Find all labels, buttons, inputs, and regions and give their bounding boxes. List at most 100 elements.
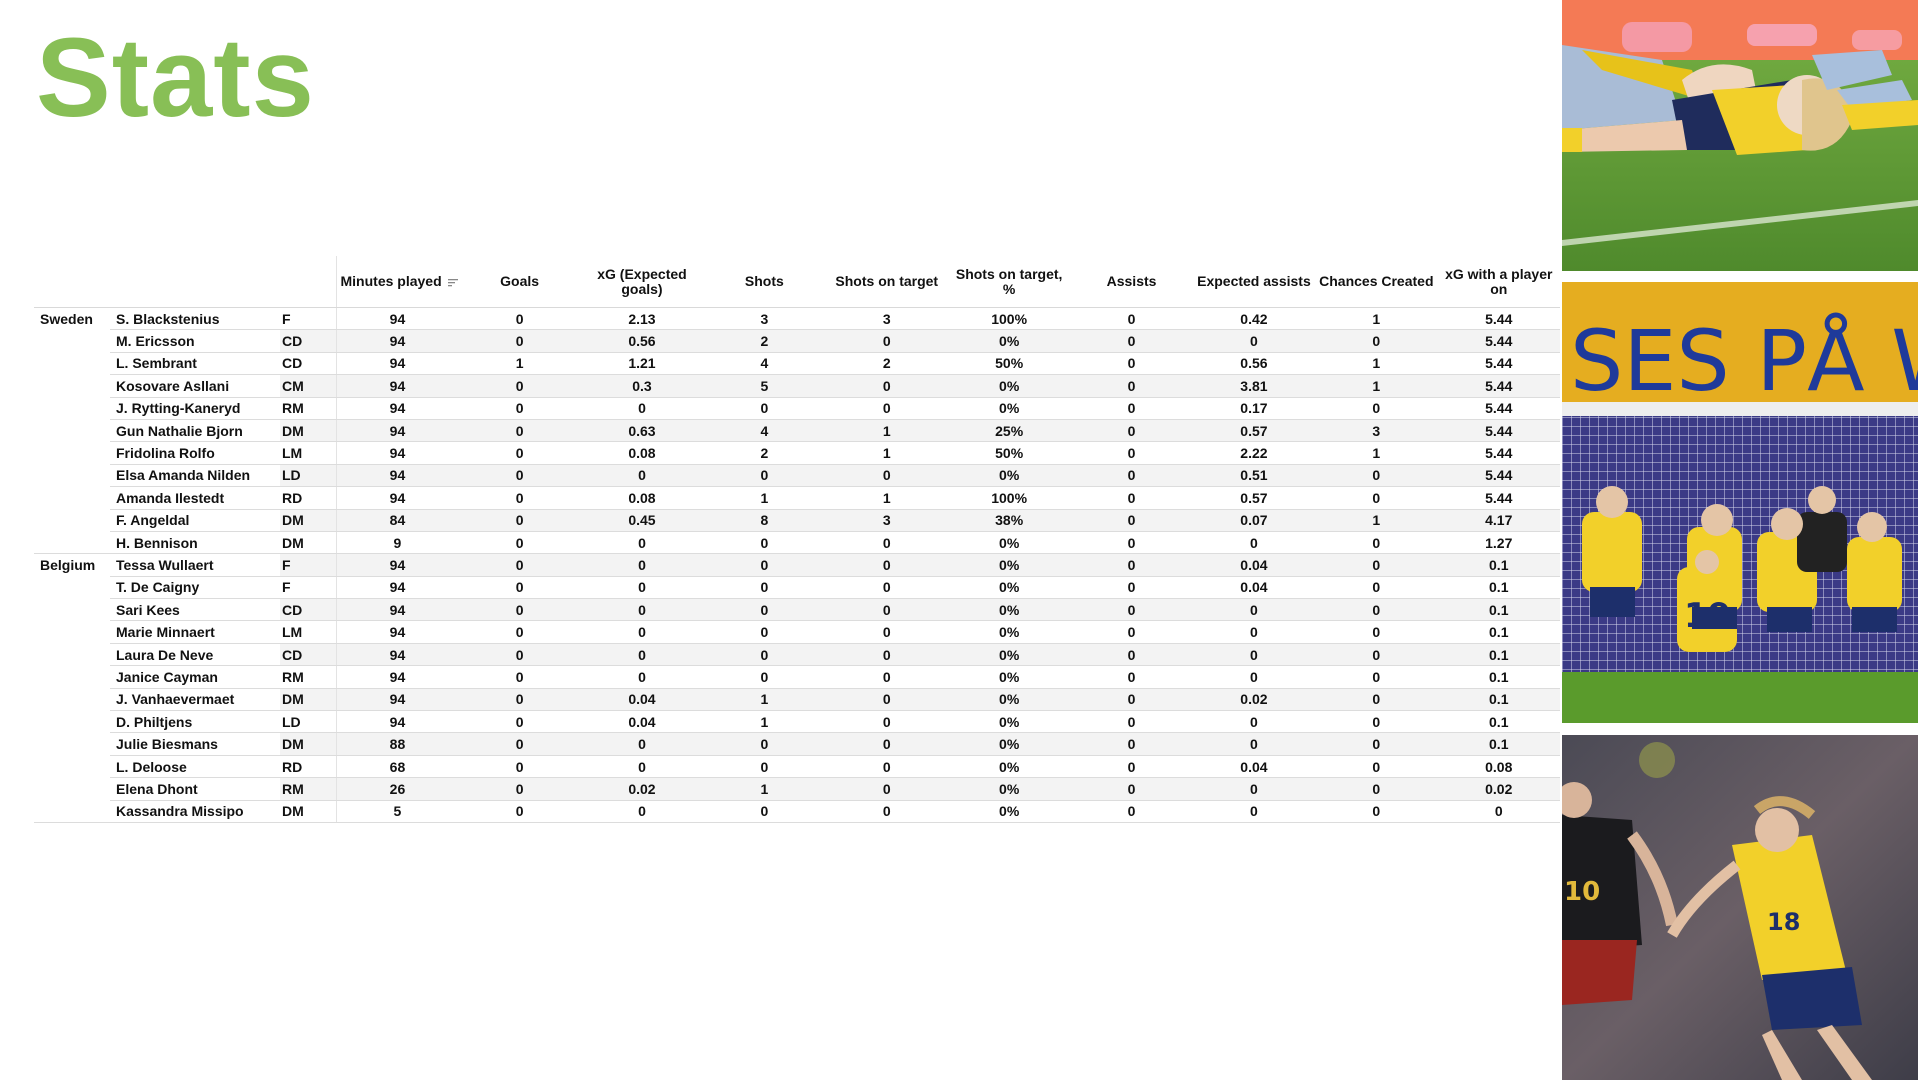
cell-xa: 0 [1192, 598, 1316, 622]
cell-xg: 0 [580, 464, 704, 488]
header-team [34, 256, 110, 308]
cell-shots: 4 [703, 352, 826, 376]
header-xa[interactable]: Expected assists [1192, 256, 1316, 308]
cell-xg-on: 0 [1437, 800, 1560, 823]
photo-team-celebration-image: SES PÅ W 19 [1562, 282, 1918, 723]
team-label [34, 464, 110, 486]
header-label: Shots on target, % [955, 265, 1063, 297]
cell-assists: 0 [1070, 688, 1193, 712]
cell-goals: 0 [458, 329, 581, 353]
cell-xg: 0 [580, 531, 704, 555]
cell-assists: 0 [1070, 397, 1193, 420]
cell-xa: 2.22 [1192, 441, 1316, 465]
table-row: D. Philtjens LD 94 0 0.04 1 0 0% 0 0 0 0.1 [34, 710, 1560, 734]
cell-sot: 0 [825, 732, 948, 756]
header-sot-pct[interactable]: Shots on target, % [947, 256, 1071, 308]
cell-xg: 0.02 [580, 777, 704, 801]
photo-team-celebration: SES PÅ W 19 [1562, 282, 1918, 723]
cell-xg: 2.13 [580, 307, 704, 331]
cell-shots: 1 [703, 777, 826, 801]
player-position: RD [280, 486, 336, 510]
cell-xa: 0 [1192, 531, 1316, 555]
header-sot[interactable]: Shots on target [825, 256, 948, 308]
player-position: RM [280, 777, 336, 801]
cell-assists: 0 [1070, 329, 1193, 353]
player-name: Kassandra Missipo [110, 800, 280, 823]
cell-assists: 0 [1070, 352, 1193, 376]
cell-minutes: 94 [335, 710, 459, 734]
cell-goals: 0 [458, 397, 581, 420]
cell-shots: 2 [703, 329, 826, 353]
team-label [34, 755, 110, 777]
cell-sot-pct: 0% [947, 800, 1071, 823]
photo-player-dribbling: 10 18 [1562, 735, 1918, 1080]
table-row: J. Rytting-Kaneryd RM 94 0 0 0 0 0% 0 0.17 0 5.44 [34, 397, 1560, 420]
sort-descending-icon[interactable] [447, 278, 458, 287]
header-minutes[interactable]: Minutes played [335, 256, 459, 308]
cell-xa: 0.04 [1192, 576, 1316, 600]
header-shots[interactable]: Shots [703, 256, 826, 308]
player-position: CD [280, 643, 336, 667]
table-row: H. Bennison DM 9 0 0 0 0 0% 0 0 0 1.27 [34, 531, 1560, 555]
table-row: Elena Dhont RM 26 0 0.02 1 0 0% 0 0 0 0.02 [34, 777, 1560, 801]
cell-xa: 0.56 [1192, 352, 1316, 376]
header-label: Assists [1106, 273, 1157, 289]
team-label [34, 442, 110, 464]
cell-sot: 0 [825, 576, 948, 600]
header-assists[interactable]: Assists [1070, 256, 1193, 308]
cell-xg-on: 0.1 [1437, 710, 1560, 734]
header-chances[interactable]: Chances Created [1315, 256, 1438, 308]
cell-xa: 0 [1192, 620, 1316, 644]
header-xg[interactable]: xG (Expected goals) [580, 256, 704, 308]
player-position: DM [280, 531, 336, 555]
photo-player-dribbling-image: 10 18 [1562, 735, 1918, 1080]
cell-assists: 0 [1070, 307, 1193, 331]
cell-chances: 0 [1315, 598, 1438, 622]
cell-xg-on: 5.44 [1437, 307, 1560, 331]
player-position: RM [280, 397, 336, 420]
cell-minutes: 94 [335, 464, 459, 488]
cell-shots: 0 [703, 598, 826, 622]
player-position: RD [280, 755, 336, 779]
cell-sot-pct: 0% [947, 732, 1071, 756]
header-label: Goals [500, 273, 540, 289]
cell-xa: 0 [1192, 710, 1316, 734]
table-row: J. Vanhaevermaet DM 94 0 0.04 1 0 0% 0 0.02 0 0.1 [34, 688, 1560, 712]
cell-sot-pct: 0% [947, 553, 1071, 577]
cell-minutes: 94 [335, 598, 459, 622]
cell-chances: 0 [1315, 643, 1438, 667]
cell-xg: 0 [580, 800, 704, 823]
cell-xg: 0 [580, 553, 704, 577]
page-title: Stats [36, 15, 315, 140]
player-position: CD [280, 352, 336, 376]
cell-xa: 0.42 [1192, 307, 1316, 331]
cell-minutes: 94 [335, 441, 459, 465]
cell-xa: 0 [1192, 329, 1316, 353]
cell-minutes: 84 [335, 509, 459, 532]
cell-xg: 0.63 [580, 419, 704, 443]
cell-goals: 0 [458, 665, 581, 689]
table-row: Elsa Amanda Nilden LD 94 0 0 0 0 0% 0 0.51 0 5.44 [34, 464, 1560, 488]
header-label: xG (Expected goals) [597, 265, 687, 297]
player-name: Julie Biesmans [110, 732, 280, 756]
header-goals[interactable]: Goals [458, 256, 581, 308]
header-label: Shots [744, 273, 784, 289]
player-name: M. Ericsson [110, 329, 280, 353]
cell-sot: 1 [825, 419, 948, 443]
cell-xa: 0 [1192, 800, 1316, 823]
cell-shots: 0 [703, 464, 826, 488]
cell-chances: 0 [1315, 620, 1438, 644]
table-row: Gun Nathalie Bjorn DM 94 0 0.63 4 1 25% 0 0.57 3 5.… [34, 419, 1560, 443]
player-position: F [280, 576, 336, 600]
team-label [34, 733, 110, 755]
cell-chances: 0 [1315, 397, 1438, 420]
player-position: LM [280, 441, 336, 465]
team-label: Sweden [40, 310, 93, 327]
cell-xg: 0.08 [580, 486, 704, 510]
header-xg-on[interactable]: xG with a player on [1437, 256, 1560, 308]
cell-minutes: 94 [335, 419, 459, 443]
cell-chances: 1 [1315, 352, 1438, 376]
cell-chances: 1 [1315, 374, 1438, 398]
player-position: CD [280, 329, 336, 353]
cell-sot-pct: 0% [947, 620, 1071, 644]
